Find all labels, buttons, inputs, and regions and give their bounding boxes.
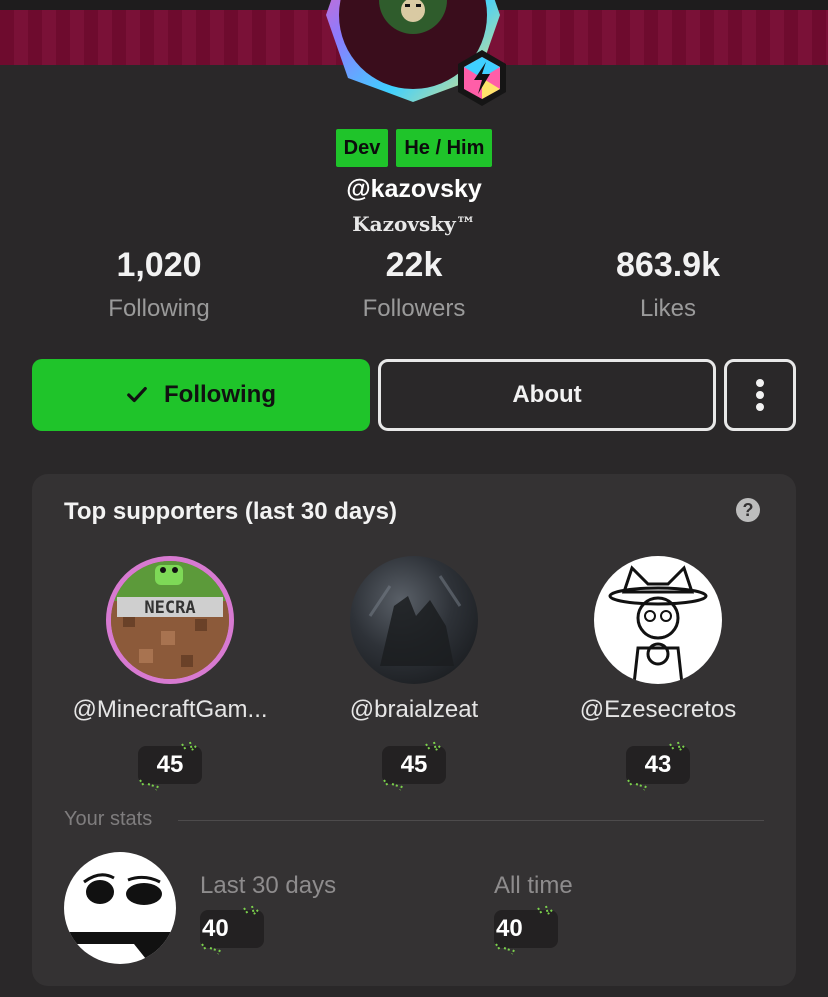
stat-value: 22k: [385, 246, 443, 284]
my-stats-alltime-label: All time: [494, 872, 573, 899]
supporter-avatar: [350, 556, 478, 684]
supporter-score: 45: [382, 741, 446, 791]
more-options-button[interactable]: [724, 359, 796, 431]
supporter-name: @braialzeat: [349, 696, 479, 723]
my-avatar: [64, 852, 176, 964]
supporter-avatar: NECRA: [106, 556, 234, 684]
following-button[interactable]: Following: [32, 359, 370, 431]
stat-value: 1,020: [116, 246, 202, 284]
score-value: 45: [400, 751, 428, 778]
profile-handle: @kazovsky: [346, 175, 482, 203]
following-label: Following: [164, 381, 276, 408]
supporter-avatar: [594, 556, 722, 684]
divider: [178, 820, 764, 821]
minecraft-avatar-image: NECRA: [111, 561, 229, 679]
my-stats-last30-score: 40: [200, 905, 264, 955]
your-stats-label: Your stats: [64, 808, 153, 830]
card-title: Top supporters (last 30 days): [64, 498, 397, 525]
check-icon: [127, 386, 147, 403]
more-vertical-icon: [756, 379, 764, 411]
supporter-score: 45: [138, 741, 202, 791]
score-value: 40: [202, 915, 229, 942]
tag-dev: Dev: [335, 129, 389, 167]
my-stats-last30: Last 30 days 40: [200, 872, 337, 955]
tag-pronouns: He / Him: [396, 129, 493, 167]
score-value: 43: [644, 751, 672, 778]
profile-tags: Dev He / Him: [0, 129, 828, 167]
my-stats-last30-label: Last 30 days: [200, 872, 337, 899]
about-button[interactable]: About: [378, 359, 716, 431]
stat-value: 863.9k: [616, 246, 720, 284]
stat-followers[interactable]: 22k Followers: [304, 246, 524, 323]
dark-figure-avatar-image: [368, 575, 462, 666]
score-value: 45: [156, 751, 184, 778]
supporter-score: 43: [626, 741, 690, 791]
my-stats-alltime-score: 40: [494, 905, 558, 955]
top-supporters-card: Top supporters (last 30 days) ? NECRA @M…: [32, 474, 796, 986]
stat-label: Followers: [362, 295, 466, 322]
supporter-name: @MinecraftGam...: [72, 696, 268, 723]
stat-label: Following: [108, 295, 210, 322]
stat-label: Likes: [639, 295, 697, 322]
drawn-character-avatar-image: [608, 565, 708, 684]
supporter-item[interactable]: @braialzeat 45: [294, 556, 534, 791]
supporter-item[interactable]: @Ezesecretos 43: [538, 556, 778, 791]
lightning-badge-icon: [458, 50, 506, 106]
supporter-name: @Ezesecretos: [579, 696, 737, 723]
profile-display-name: Kazovsky™: [352, 212, 476, 236]
my-avatar-image: [64, 873, 176, 964]
supporter-item[interactable]: NECRA @MinecraftGam... 45: [50, 556, 290, 791]
stat-likes: 863.9k Likes: [558, 246, 778, 323]
score-value: 40: [496, 915, 523, 942]
my-stats-alltime: All time 40: [494, 872, 573, 955]
svg-text:NECRA: NECRA: [144, 598, 195, 618]
help-icon[interactable]: ?: [736, 498, 760, 522]
stat-following[interactable]: 1,020 Following: [49, 246, 269, 323]
about-label: About: [512, 381, 582, 408]
